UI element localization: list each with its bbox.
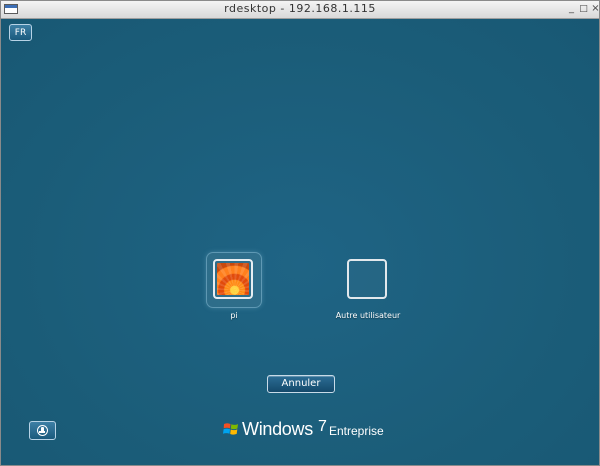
blank-user-picture-icon — [347, 259, 387, 299]
ease-of-access-icon — [37, 425, 48, 436]
cancel-button[interactable]: Annuler — [267, 375, 335, 393]
product-name: Windows — [242, 419, 313, 439]
ease-of-access-button[interactable] — [29, 421, 56, 440]
user-tile-other[interactable]: Autre utilisateur — [328, 253, 408, 320]
title-bar[interactable]: rdesktop - 192.168.1.115 _ □ × — [1, 1, 600, 19]
product-edition: Entreprise — [329, 424, 384, 438]
user-tile-pi[interactable]: pi — [194, 253, 274, 320]
window-title: rdesktop - 192.168.1.115 — [224, 2, 376, 15]
logon-screen: FR pi Autre utilisateur Annuler Windows … — [1, 19, 599, 465]
language-button[interactable]: FR — [9, 24, 32, 41]
user-name-label[interactable]: pi — [194, 311, 274, 320]
user-picture-frame[interactable] — [341, 253, 395, 307]
rdesktop-window: rdesktop - 192.168.1.115 _ □ × FR pi Aut… — [0, 0, 600, 466]
windows-flag-icon — [223, 423, 238, 435]
user-picture-frame[interactable] — [207, 253, 261, 307]
close-button[interactable]: × — [589, 2, 600, 16]
flower-picture-icon — [217, 263, 249, 295]
product-version: 7 — [318, 418, 327, 435]
user-picture-border — [213, 259, 253, 299]
user-name-label[interactable]: Autre utilisateur — [328, 311, 408, 320]
